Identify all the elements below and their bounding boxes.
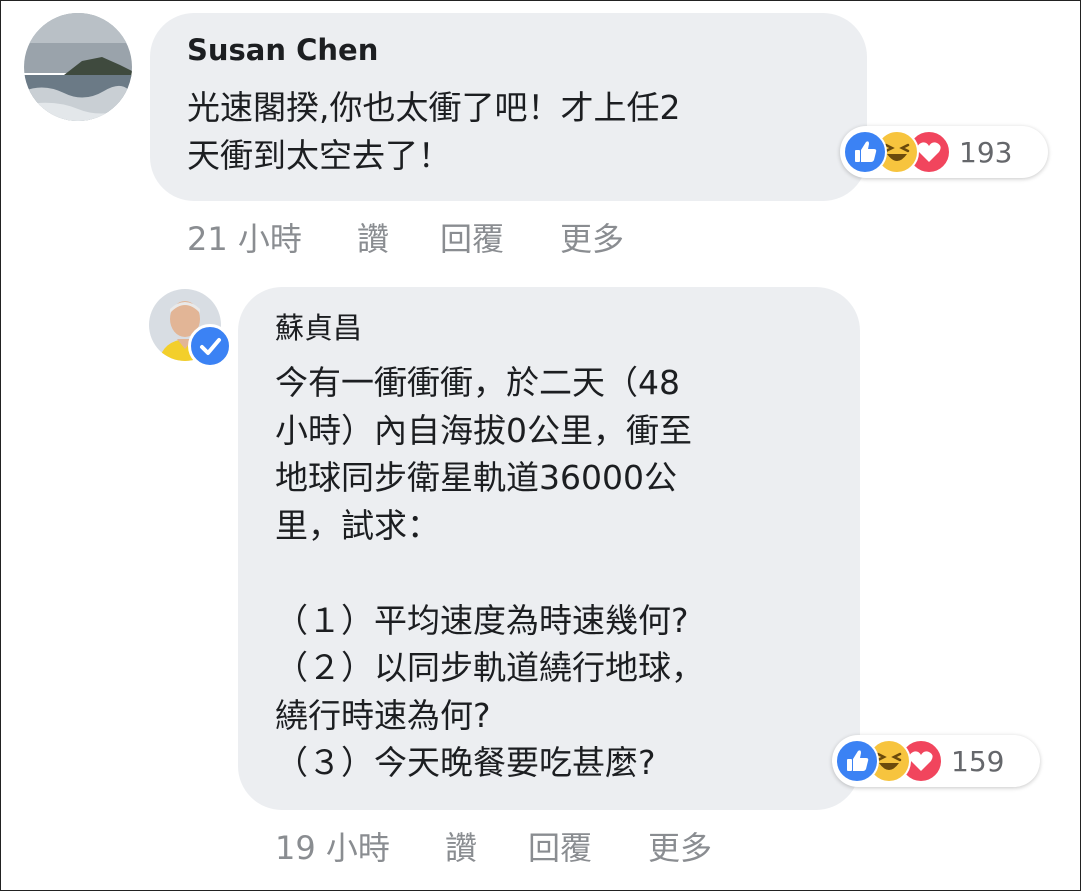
reaction-count: 193 — [959, 135, 1013, 169]
comment-timestamp[interactable]: 19 小時 — [275, 823, 390, 869]
reaction-count: 159 — [951, 744, 1005, 778]
reply-button[interactable]: 回覆 — [440, 214, 504, 260]
comment-author[interactable]: Susan Chen — [187, 33, 378, 67]
like-icon — [843, 130, 887, 174]
like-button[interactable]: 讚 — [445, 823, 477, 869]
comment-timestamp[interactable]: 21 小時 — [187, 214, 302, 260]
more-button[interactable]: 更多 — [560, 214, 624, 260]
comment-text: 今有一衝衝衝，於二天（48 小時）內自海拔0公里，衝至 地球同步衛星軌道3600… — [275, 363, 704, 782]
avatar[interactable] — [24, 13, 132, 121]
verified-badge-icon — [188, 324, 232, 368]
reaction-summary[interactable]: 159 — [832, 735, 1040, 787]
like-icon — [835, 739, 879, 783]
reply-button[interactable]: 回覆 — [528, 823, 592, 869]
comment-author[interactable]: 蘇貞昌 — [275, 305, 362, 347]
comment-text: 光速閣揆,你也太衝了吧！才上任2 天衝到太空去了！ — [187, 88, 681, 175]
like-button[interactable]: 讚 — [357, 214, 389, 260]
more-button[interactable]: 更多 — [648, 823, 712, 869]
reaction-summary[interactable]: 193 — [840, 126, 1048, 178]
